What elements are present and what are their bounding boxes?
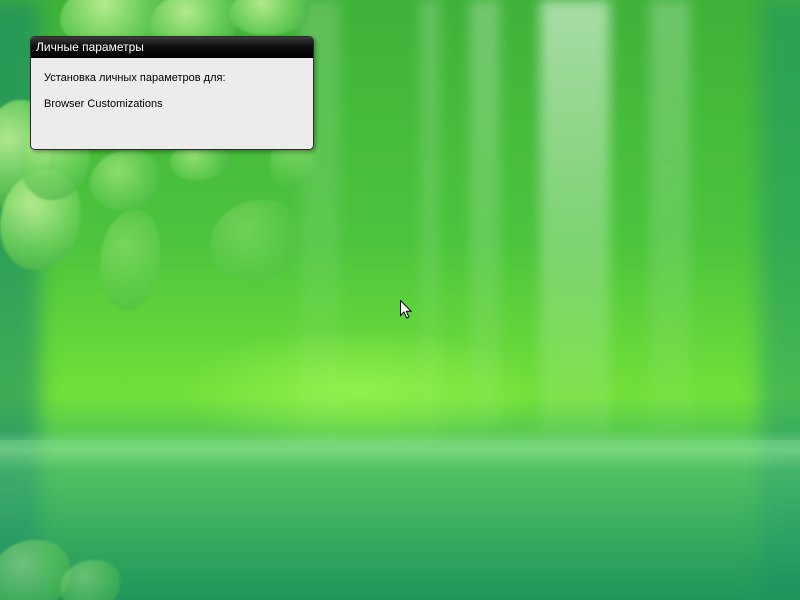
- personal-settings-dialog[interactable]: Личные параметры Установка личных параме…: [30, 36, 314, 150]
- dialog-body: Установка личных параметров для: Browser…: [31, 58, 313, 149]
- desktop[interactable]: Личные параметры Установка личных параме…: [0, 0, 800, 600]
- arrow-pointer-icon: [400, 300, 412, 319]
- setup-message: Установка личных параметров для:: [44, 72, 226, 84]
- dialog-titlebar[interactable]: Личные параметры: [31, 37, 313, 58]
- component-name: Browser Customizations: [44, 98, 163, 110]
